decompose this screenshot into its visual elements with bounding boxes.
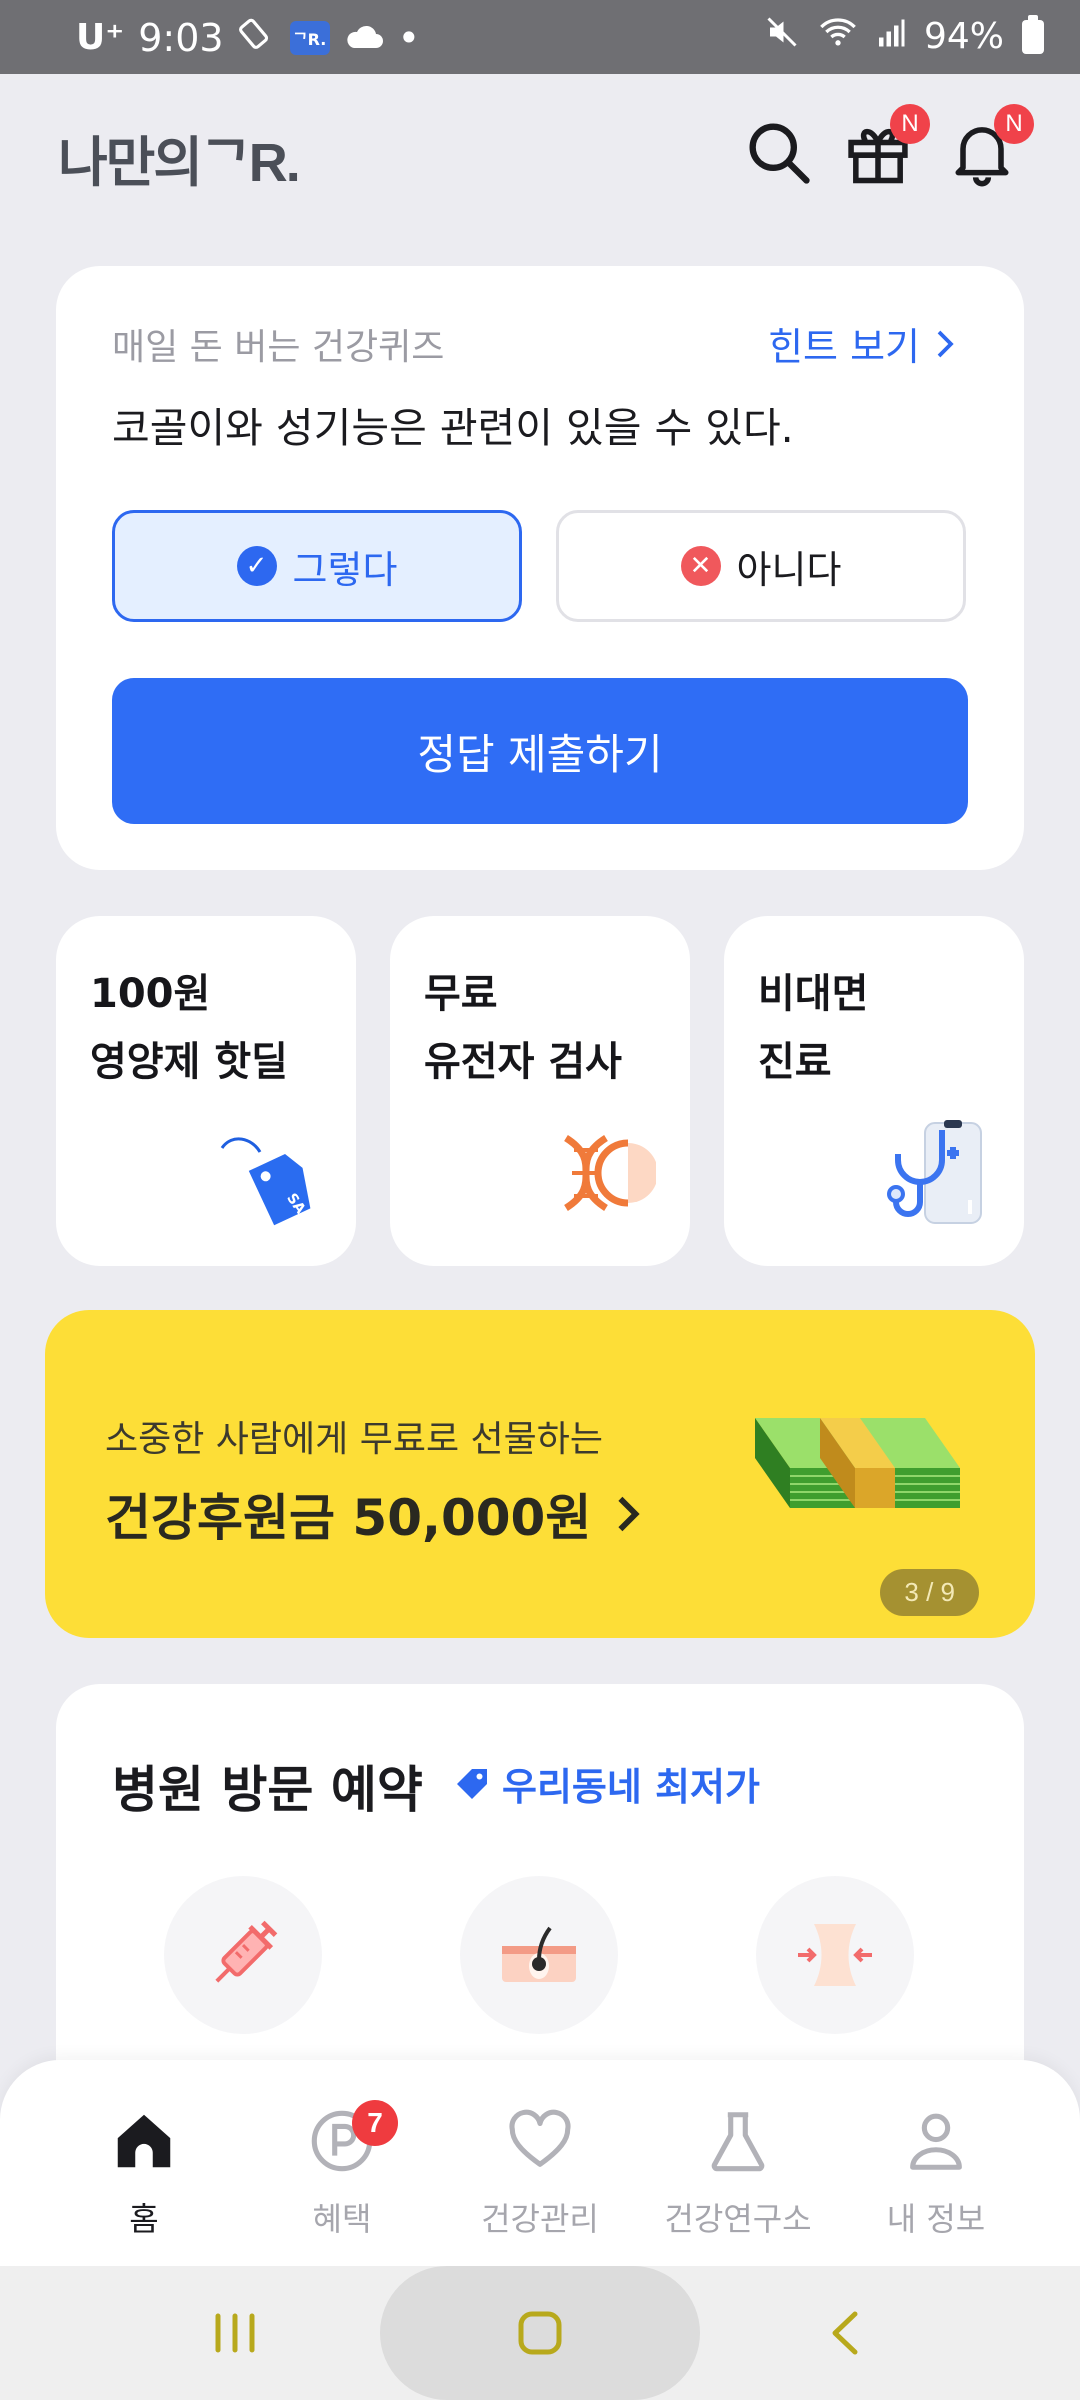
battery-icon [1022,14,1044,54]
bottom-navigation: 홈 7 혜택 건강관리 건강연구소 내 정보 [0,2060,1080,2266]
check-circle-icon: ✓ [236,546,277,586]
more-notifications-dot: • [397,15,420,60]
body-slimming-category-button[interactable] [756,1876,914,2034]
answer-yes-button[interactable]: ✓ 그렇다 [112,510,522,622]
person-icon [910,2113,962,2170]
money-bundle-icon [755,1418,960,1508]
gift-button[interactable]: N [840,104,930,190]
home-icon [117,2114,171,2168]
lowest-price-label: 우리동네 최저가 [502,1765,760,1809]
clinic-section-title: 병원 방문 예약 [112,1761,423,1819]
syringe-icon [215,1920,278,1983]
heart-icon [509,2109,571,2167]
screen-rotate-icon [238,14,276,61]
mute-icon [764,14,800,59]
app-header: 나만의ᄀR. N N [0,74,1080,234]
nav-my-info[interactable]: 내 정보 [836,2106,1036,2240]
health-quiz-card: 매일 돈 버는 건강퀴즈 힌트 보기 코골이와 성기능은 관련이 있을 수 있다… [56,266,1024,870]
promo-banner[interactable]: 소중한 사람에게 무료로 선물하는 건강후원금 50,000원 3 / 9 [45,1310,1035,1638]
home-system-button[interactable] [380,2266,700,2400]
telemedicine-tile[interactable]: 비대면 진료 [724,916,1024,1266]
nav-benefits[interactable]: 7 혜택 [242,2100,442,2240]
home-square-icon [518,2311,562,2355]
dna-icon [564,1135,656,1211]
price-tag-icon [457,1768,487,1799]
signal-icon [876,16,906,57]
recent-apps-icon [215,2313,255,2353]
nav-health-care-label: 건강관리 [481,2200,599,2238]
notification-new-badge: N [994,104,1034,144]
app-logo[interactable]: 나만의ᄀR. [58,118,301,197]
chevron-right-icon [937,330,954,357]
hint-link[interactable]: 힌트 보기 [768,316,956,371]
answer-no-label: 아니다 [736,547,842,592]
banner-title: 건강후원금 50,000원 [105,1489,592,1547]
gift-new-badge: N [890,104,930,144]
tile-title: 100원 영양제 핫딜 [90,971,288,1085]
banner-subtitle: 소중한 사람에게 무료로 선물하는 [105,1419,604,1460]
clock: 9:03 [138,15,224,60]
injection-category-button[interactable] [164,1876,322,2034]
submit-answer-button[interactable]: 정답 제출하기 [112,678,968,824]
tile-title: 비대면 진료 [758,971,869,1085]
answer-yes-label: 그렇다 [292,547,398,592]
cloud-icon [344,16,384,60]
nav-home-label: 홈 [129,2200,159,2238]
free-gene-test-tile[interactable]: 무료 유전자 검사 [390,916,690,1266]
chevron-right-icon [618,1496,640,1532]
waist-slimming-icon [798,1924,872,1986]
answer-no-button[interactable]: ✕ 아니다 [556,510,966,622]
lowest-price-tag: 우리동네 최저가 [452,1756,760,1811]
x-circle-icon: ✕ [680,546,721,586]
nav-health-lab[interactable]: 건강연구소 [638,2106,838,2240]
recent-apps-button[interactable] [170,2266,300,2400]
hair-removal-category-button[interactable] [460,1876,618,2034]
search-button[interactable] [740,114,816,190]
nav-benefits-label: 혜택 [312,2200,372,2238]
notification-button[interactable]: N [944,104,1034,190]
quiz-label: 매일 돈 버는 건강퀴즈 [112,327,445,368]
skin-follicle-icon [502,1926,576,1982]
banner-page-indicator: 3 / 9 [880,1569,979,1616]
wifi-icon [818,15,858,58]
sale-tag-icon: SALE [220,1137,319,1228]
back-button[interactable] [780,2266,910,2400]
banner-title-row: 건강후원금 50,000원 [105,1478,641,1550]
nav-health-lab-label: 건강연구소 [664,2200,812,2238]
nav-health-care[interactable]: 건강관리 [440,2106,640,2240]
tile-title: 무료 유전자 검사 [424,971,622,1085]
nutrient-hotdeal-tile[interactable]: 100원 영양제 핫딜 SALE [56,916,356,1266]
flask-icon [711,2112,765,2172]
system-navigation-bar [0,2266,1080,2400]
benefits-count-badge: 7 [352,2100,398,2146]
status-bar: U⁺ 9:03 ᄀR. • 94% [0,0,1080,74]
quiz-question: 코골이와 성기능은 관련이 있을 수 있다. [112,404,794,452]
nav-my-info-label: 내 정보 [886,2200,986,2238]
battery-level: 94% [923,16,1004,57]
carrier-label: U⁺ [76,17,125,58]
back-chevron-icon [832,2311,858,2355]
app-notification-icon: ᄀR. [289,20,330,55]
stethoscope-icon [887,1120,982,1224]
hint-label: 힌트 보기 [768,325,920,369]
search-icon [749,123,810,184]
nav-home[interactable]: 홈 [44,2106,244,2240]
